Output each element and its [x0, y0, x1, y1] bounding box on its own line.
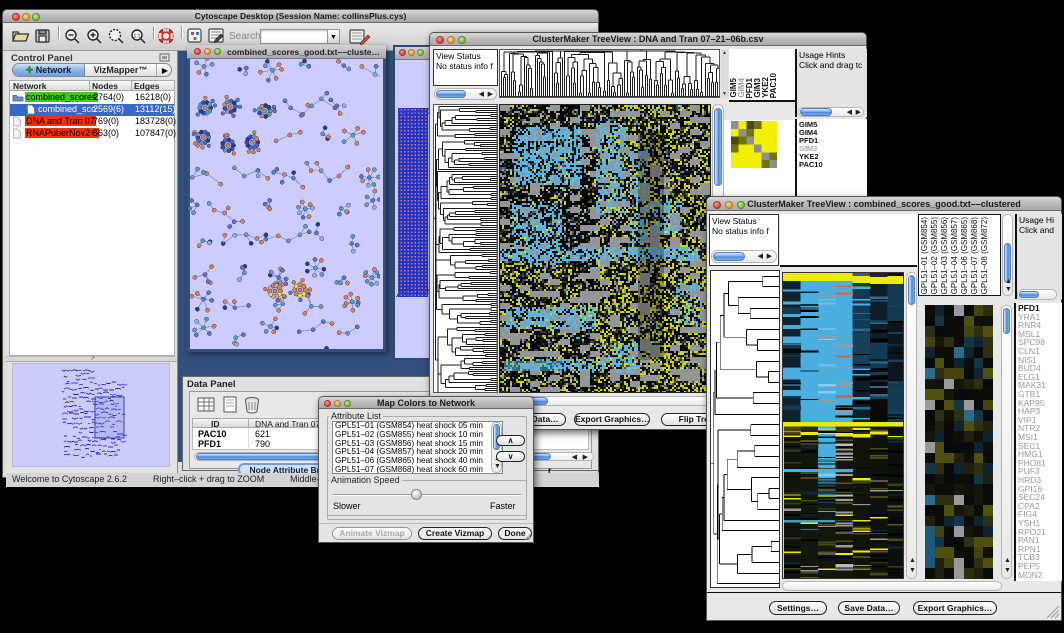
svg-text:1:1: 1:1 [134, 34, 141, 40]
